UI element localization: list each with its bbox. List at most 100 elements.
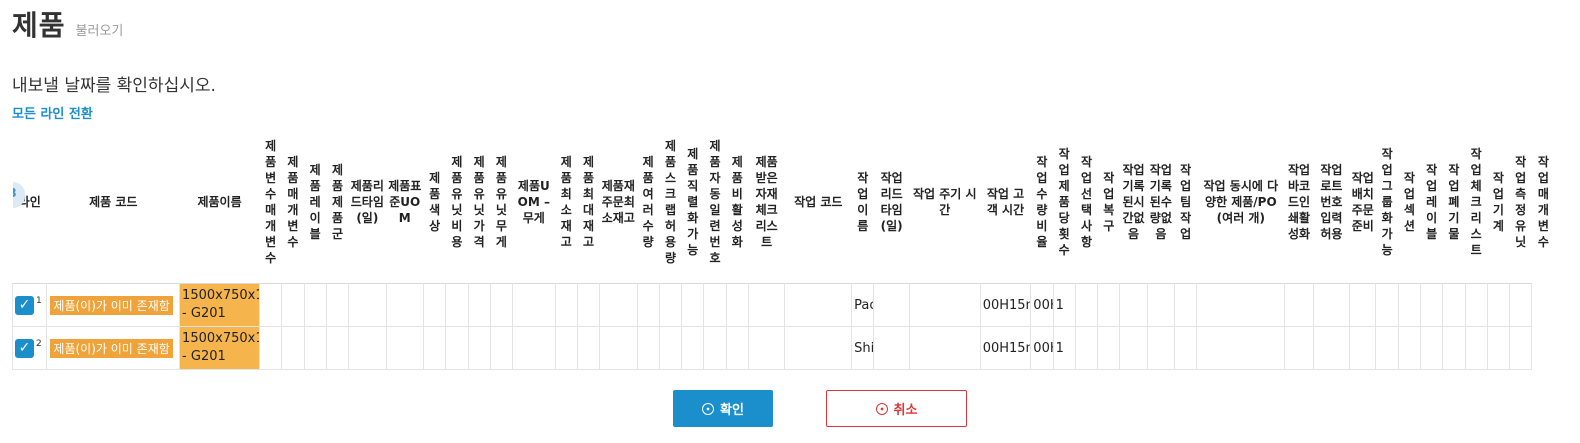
table-cell	[1442, 283, 1466, 327]
table-cell	[281, 283, 305, 327]
table-cell	[747, 283, 786, 327]
column-header: 작업팀작업	[1180, 162, 1192, 241]
table-cell	[1146, 326, 1176, 370]
column-header: 제품여러수량	[642, 154, 654, 249]
table-cell	[1284, 326, 1314, 370]
table-cell	[1284, 283, 1314, 327]
row-status-cell: 제품(이)가 이미 존재함	[46, 283, 181, 327]
page-header: 제품 불러오기	[12, 4, 123, 44]
table-cell	[259, 283, 283, 327]
import-preview-table: 3 라인 제품 코드 제품이름 제품변수매개변수 제품매개변수 제품레이블 제품…	[11, 120, 1556, 370]
table-cell	[1397, 326, 1421, 370]
table-cell	[467, 283, 491, 327]
table-cell	[636, 283, 660, 327]
column-header: 작업선택사항	[1080, 154, 1092, 249]
row-checkbox[interactable]: ✓	[15, 338, 34, 358]
table-cell	[681, 326, 705, 370]
column-header: 제품제품군	[331, 162, 343, 241]
cancel-button-label: 취소	[893, 403, 918, 418]
status-badge: 제품(이)가 이미 존재함	[50, 338, 173, 358]
customer-time-cell: 00H05	[1030, 283, 1054, 327]
table-cell	[599, 283, 638, 327]
table-cell	[747, 326, 786, 370]
table-row: ✓1제품(이)가 이미 존재함1500x750x1 - G201Packagin…	[11, 283, 1556, 327]
table-cell	[1375, 326, 1399, 370]
column-header: 제품자동일련번호	[709, 138, 721, 265]
table-cell	[908, 326, 981, 370]
table-cell	[1174, 326, 1198, 370]
table-cell	[281, 326, 305, 370]
table-cell	[636, 326, 660, 370]
table-cell	[681, 283, 705, 327]
table-cell	[445, 283, 469, 327]
column-header: 제품레이블	[309, 162, 321, 241]
column-header: 작업레이블	[1426, 162, 1438, 241]
table-cell	[1097, 283, 1121, 327]
status-badge: 제품(이)가 이미 존재함	[50, 295, 173, 315]
operation-code-cell: Shipping	[851, 326, 875, 370]
confirm-button[interactable]: 확인	[673, 390, 773, 427]
table-cell	[703, 283, 727, 327]
table-cell	[1397, 283, 1421, 327]
column-header: 작업배치주문준비	[1351, 170, 1374, 233]
table-cell	[725, 283, 749, 327]
row-number: 2	[36, 338, 42, 349]
row-checkbox[interactable]: ✓	[15, 295, 34, 315]
cycle-time-cell: 00H15m00	[979, 326, 1032, 370]
table-cell	[784, 326, 853, 370]
table-cell	[658, 283, 683, 327]
column-header: 작업섹션	[1403, 170, 1415, 233]
table-cell	[784, 283, 853, 327]
table-cell	[1097, 326, 1121, 370]
column-header: 제품색상	[429, 170, 441, 233]
row-select-cell: ✓ 1	[11, 283, 48, 327]
row-number: 1	[36, 295, 42, 306]
column-header: 작업바코드인쇄활성화	[1287, 162, 1311, 241]
confirm-button-label: 확인	[720, 403, 744, 418]
column-header: 제품유닛비용	[451, 154, 463, 249]
table-cell	[259, 326, 283, 370]
table-cell	[348, 326, 387, 370]
column-header: 작업측정유닛	[1515, 154, 1527, 249]
column-header: 제품스크랩허용량	[664, 138, 676, 265]
column-header: 작업기록된시간없음	[1122, 162, 1145, 241]
table-cell	[1509, 283, 1533, 327]
table-cell	[1486, 326, 1511, 370]
column-header: 작업리드타임(일)	[880, 170, 903, 233]
table-cell	[658, 326, 683, 370]
table-cell	[599, 326, 638, 370]
quantity-ratio-cell: 1	[1052, 283, 1076, 327]
column-header: 제품이름	[197, 194, 242, 209]
table-cell	[489, 283, 514, 327]
table-cell	[1464, 283, 1488, 327]
column-header: 제품UOM – 무게	[517, 178, 550, 225]
table-cell	[422, 326, 447, 370]
column-header: 작업 코드	[794, 194, 843, 209]
table-cell	[303, 326, 327, 370]
table-cell	[1509, 326, 1533, 370]
page-subtitle: 불러오기	[75, 24, 124, 39]
column-header: 작업복구	[1103, 170, 1115, 233]
column-header: 작업기록된수량없음	[1149, 162, 1172, 241]
table-cell	[576, 326, 601, 370]
table-cell	[303, 283, 327, 327]
cycle-time-cell: 00H15m00	[979, 283, 1032, 327]
column-header: 작업로트번호입력허용	[1320, 162, 1343, 241]
column-header: 제품리드타임(일)	[350, 178, 384, 225]
table-cell	[512, 283, 556, 327]
operation-code-cell: Packaging	[851, 283, 875, 327]
table-cell	[1349, 326, 1377, 370]
table-cell	[385, 326, 425, 370]
column-header: 작업체크리스트	[1470, 146, 1482, 257]
row-select-cell: ✓ 2	[11, 326, 48, 370]
column-header: 제품매개변수	[287, 154, 299, 249]
table-cell	[1464, 326, 1488, 370]
column-header: 3 라인	[12, 120, 47, 284]
table-cell	[554, 326, 578, 370]
column-header: 제품 코드	[89, 194, 138, 209]
table-cell	[1486, 283, 1511, 327]
cancel-button[interactable]: 취소	[826, 390, 967, 427]
column-header: 작업수량비율	[1036, 154, 1048, 249]
table-cell	[1419, 326, 1444, 370]
circle-dot-icon	[875, 402, 888, 415]
